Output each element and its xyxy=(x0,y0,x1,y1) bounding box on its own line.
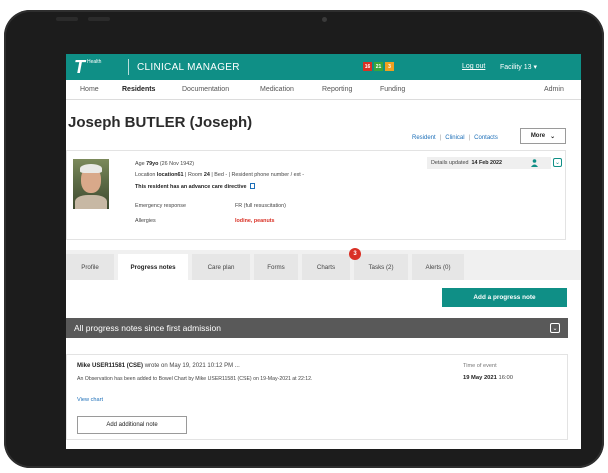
bed-phone-text: | Bed - | Resident phone number / ext - xyxy=(211,172,305,178)
tab-alerts[interactable]: Alerts (0) xyxy=(412,254,464,280)
nav-residents[interactable]: Residents xyxy=(122,86,155,93)
time-of-event-label: Time of event xyxy=(463,363,497,369)
tab-charts[interactable]: Charts xyxy=(302,254,350,280)
main-nav: Home Residents Documentation Medication … xyxy=(66,80,581,100)
chevron-down-icon[interactable]: ⌄ xyxy=(550,323,560,333)
chevron-down-icon[interactable]: ⌄ xyxy=(553,158,562,167)
resident-photo xyxy=(73,159,109,209)
time-of-event-value: 19 May 2021 16:00 xyxy=(463,375,513,381)
app-screen: T Health CLINICAL MANAGER 16 21 3 Log ou… xyxy=(66,54,581,449)
room-value: 24 xyxy=(203,172,210,178)
note-header: Mike USER11581 (CSE) wrote on May 19, 20… xyxy=(77,363,240,369)
resident-links: Resident | Clinical | Contacts xyxy=(412,135,498,141)
details-date: 14 Feb 2022 xyxy=(471,160,503,166)
location-value: location61 xyxy=(156,172,184,178)
top-bar: T Health CLINICAL MANAGER 16 21 3 Log ou… xyxy=(66,54,581,80)
add-progress-note-button[interactable]: Add a progress note xyxy=(442,288,567,307)
dob-value: (26 Nov 1942) xyxy=(159,161,195,167)
progress-notes-section-header[interactable]: All progress notes since first admission… xyxy=(66,318,568,338)
section-title: All progress notes since first admission xyxy=(74,323,221,333)
chevron-down-icon: ▾ xyxy=(533,64,537,71)
facility-label: Facility 13 xyxy=(500,64,532,71)
time-of-event-clock: 16:00 xyxy=(498,375,513,381)
nav-reporting[interactable]: Reporting xyxy=(322,86,352,93)
device-button xyxy=(88,17,110,21)
photo-hair xyxy=(80,164,102,173)
emergency-label: Emergency response xyxy=(135,203,186,209)
emergency-value: FR (full resuscitation) xyxy=(235,203,286,209)
nav-home[interactable]: Home xyxy=(80,86,99,93)
tab-profile[interactable]: Profile xyxy=(66,254,114,280)
note-written-on: wrote on May 19, 2021 10:12 PM ... xyxy=(144,363,240,369)
nav-documentation[interactable]: Documentation xyxy=(182,86,229,93)
time-of-event-date: 19 May 2021 xyxy=(463,375,497,381)
brand-logo[interactable]: T Health xyxy=(74,54,124,80)
nav-funding[interactable]: Funding xyxy=(380,86,405,93)
allergies-value: Iodine, peanuts xyxy=(235,218,275,224)
link-resident[interactable]: Resident xyxy=(412,135,436,141)
tab-progress-notes[interactable]: Progress notes xyxy=(118,254,188,280)
note-text: An Observation has been added to Bowel C… xyxy=(77,376,313,382)
tasks-badge: 3 xyxy=(349,248,361,260)
tab-forms[interactable]: Forms xyxy=(254,254,298,280)
progress-note-card: Mike USER11581 (CSE) wrote on May 19, 20… xyxy=(66,354,568,440)
photo-shirt xyxy=(75,195,107,209)
status-box-orange[interactable]: 3 xyxy=(385,62,394,71)
camera xyxy=(322,17,327,22)
app-title: CLINICAL MANAGER xyxy=(137,61,240,73)
header-divider xyxy=(128,59,129,75)
location-line: Location location61 | Room 24 | Bed - | … xyxy=(135,172,305,178)
nav-admin[interactable]: Admin xyxy=(544,86,564,93)
person-icon[interactable] xyxy=(531,159,538,167)
age-value: 79yo xyxy=(146,161,159,167)
link-separator: | xyxy=(439,135,442,141)
facility-selector[interactable]: Facility 13 ▾ xyxy=(500,63,537,71)
status-indicators: 16 21 3 xyxy=(363,62,394,71)
resident-info-card: Age 79yo (26 Nov 1942) Location location… xyxy=(66,150,566,240)
more-label: More xyxy=(530,133,546,139)
room-label: Room xyxy=(187,172,203,178)
allergies-label: Allergies xyxy=(135,218,156,224)
logo-subtext: Health xyxy=(87,59,102,65)
logo-letter: T xyxy=(74,57,85,77)
logout-link[interactable]: Log out xyxy=(462,63,485,70)
more-button[interactable]: More ⌄ xyxy=(520,128,566,144)
view-chart-link[interactable]: View chart xyxy=(77,397,103,403)
chevron-down-icon: ⌄ xyxy=(550,133,556,140)
age-label: Age xyxy=(135,161,145,167)
location-label: Location xyxy=(135,172,156,178)
status-box-green[interactable]: 21 xyxy=(374,62,383,71)
tab-tasks[interactable]: Tasks (2) xyxy=(354,254,408,280)
document-icon[interactable] xyxy=(249,183,255,189)
tablet-frame: T Health CLINICAL MANAGER 16 21 3 Log ou… xyxy=(4,10,604,468)
status-box-red[interactable]: 16 xyxy=(363,62,372,71)
nav-medication[interactable]: Medication xyxy=(260,86,294,93)
tab-care-plan[interactable]: Care plan xyxy=(192,254,250,280)
directive-line: This resident has an advance care direct… xyxy=(135,183,255,190)
link-clinical[interactable]: Clinical xyxy=(445,135,464,141)
resident-name: Joseph BUTLER (Joseph) xyxy=(68,114,253,131)
age-line: Age 79yo (26 Nov 1942) xyxy=(135,161,194,167)
note-author: Mike USER11581 (CSE) xyxy=(77,363,144,369)
details-label: Details updated xyxy=(431,160,469,166)
link-separator: | xyxy=(468,135,471,141)
advance-directive-text: This resident has an advance care direct… xyxy=(135,184,247,190)
add-additional-note-button[interactable]: Add additional note xyxy=(77,416,187,434)
link-contacts[interactable]: Contacts xyxy=(474,135,498,141)
device-button xyxy=(56,17,78,21)
